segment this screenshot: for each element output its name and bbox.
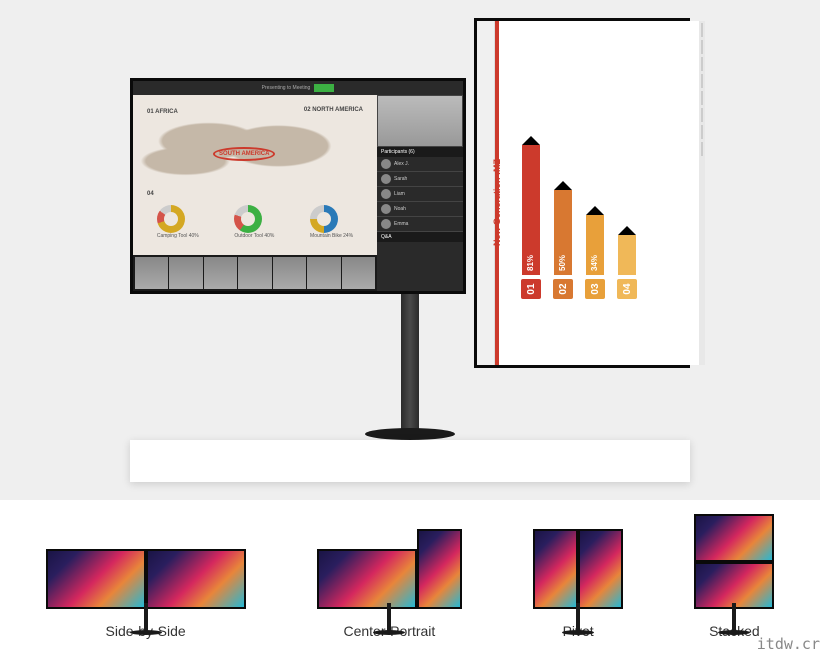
slide-thumb bbox=[701, 125, 703, 139]
monitor-left-screen: Presenting to Meeting 01 AFRICA 02 NORTH… bbox=[133, 81, 463, 291]
config-pivot: Pivot bbox=[533, 514, 623, 639]
bar-value-02: 50% bbox=[554, 190, 572, 275]
conference-topbar: Presenting to Meeting bbox=[133, 81, 463, 95]
video-thumb bbox=[169, 257, 202, 289]
slide-thumb bbox=[701, 57, 703, 71]
mini-monitor bbox=[417, 529, 462, 609]
ppt-slide: New Generation :MZ 01 81% 02 50% 03 34% bbox=[477, 21, 699, 365]
monitor-right-portrait: New Generation :MZ 01 81% 02 50% 03 34% bbox=[474, 18, 690, 368]
donut-2: Outdoor Tool 40% bbox=[234, 205, 274, 239]
monitor-right-screen: New Generation :MZ 01 81% 02 50% 03 34% bbox=[477, 21, 687, 365]
config-center-portrait: Center-Portrait bbox=[317, 514, 462, 639]
conference-status: Presenting to Meeting bbox=[262, 85, 311, 91]
bar-rank-04: 04 bbox=[617, 279, 637, 299]
video-thumb bbox=[307, 257, 340, 289]
bar-rank-03: 03 bbox=[585, 279, 605, 299]
video-thumb bbox=[135, 257, 168, 289]
hero-section: Presenting to Meeting 01 AFRICA 02 NORTH… bbox=[0, 0, 820, 500]
world-map-slide: 01 AFRICA 02 NORTH AMERICA SOUTH AMERICA… bbox=[133, 95, 377, 255]
bar-value-03: 34% bbox=[586, 215, 604, 275]
desk-surface bbox=[130, 440, 690, 482]
mini-monitor bbox=[46, 549, 146, 609]
dual-monitor-group: Presenting to Meeting 01 AFRICA 02 NORTH… bbox=[130, 18, 690, 368]
slide-thumb bbox=[701, 91, 703, 105]
ppt-thumbnails bbox=[699, 21, 705, 365]
participants-header: Participants (6) bbox=[377, 147, 463, 157]
ppt-title: New Generation :MZ bbox=[492, 159, 502, 246]
video-thumb bbox=[238, 257, 271, 289]
recording-indicator bbox=[314, 84, 334, 92]
donut-1: Camping Tool 40% bbox=[157, 205, 199, 239]
configurations-section: Side-by-Side Center-Portrait Pivot Stack… bbox=[0, 500, 820, 653]
config-stacked: Stacked bbox=[694, 514, 774, 639]
slide-thumb bbox=[701, 142, 703, 156]
bar-rank-02: 02 bbox=[553, 279, 573, 299]
map-label-01: 01 AFRICA bbox=[147, 109, 178, 115]
presenter-video bbox=[377, 95, 463, 147]
conference-sidebar: Participants (6) Alex J. Sarah Liam Noah… bbox=[377, 95, 463, 291]
monitor-stand-base bbox=[365, 428, 455, 440]
mini-monitor bbox=[533, 529, 578, 609]
monitor-left-landscape: Presenting to Meeting 01 AFRICA 02 NORTH… bbox=[130, 78, 466, 294]
video-thumb bbox=[273, 257, 306, 289]
mini-monitor bbox=[578, 529, 623, 609]
map-label-02: 02 NORTH AMERICA bbox=[304, 107, 363, 113]
slide-thumb bbox=[701, 74, 703, 88]
config-side-by-side: Side-by-Side bbox=[46, 514, 246, 639]
mini-monitor bbox=[146, 549, 246, 609]
slide-thumb bbox=[701, 23, 703, 37]
watermark: itdw.cr bbox=[757, 635, 820, 653]
video-thumb bbox=[204, 257, 237, 289]
map-label-circled: SOUTH AMERICA bbox=[213, 147, 275, 161]
slide-thumb bbox=[701, 40, 703, 54]
mini-monitor bbox=[317, 549, 417, 609]
participant-row: Liam bbox=[377, 187, 463, 202]
donut-3: Mountain Bike 24% bbox=[310, 205, 353, 239]
mini-monitor bbox=[694, 514, 774, 562]
participant-row: Emma bbox=[377, 217, 463, 232]
slide-thumb bbox=[701, 108, 703, 122]
participant-row: Alex J. bbox=[377, 157, 463, 172]
participant-row: Sarah bbox=[377, 172, 463, 187]
qna-header: Q&A bbox=[377, 232, 463, 242]
bar-value-01: 81% bbox=[522, 145, 540, 275]
mini-monitor bbox=[694, 562, 774, 610]
participant-row: Noah bbox=[377, 202, 463, 217]
video-thumbnails bbox=[133, 255, 377, 291]
arrow-bar-chart: 01 81% 02 50% 03 34% 04 bbox=[521, 119, 681, 299]
video-thumb bbox=[342, 257, 375, 289]
map-label-04: 04 bbox=[147, 191, 154, 197]
bar-rank-01: 01 bbox=[521, 279, 541, 299]
